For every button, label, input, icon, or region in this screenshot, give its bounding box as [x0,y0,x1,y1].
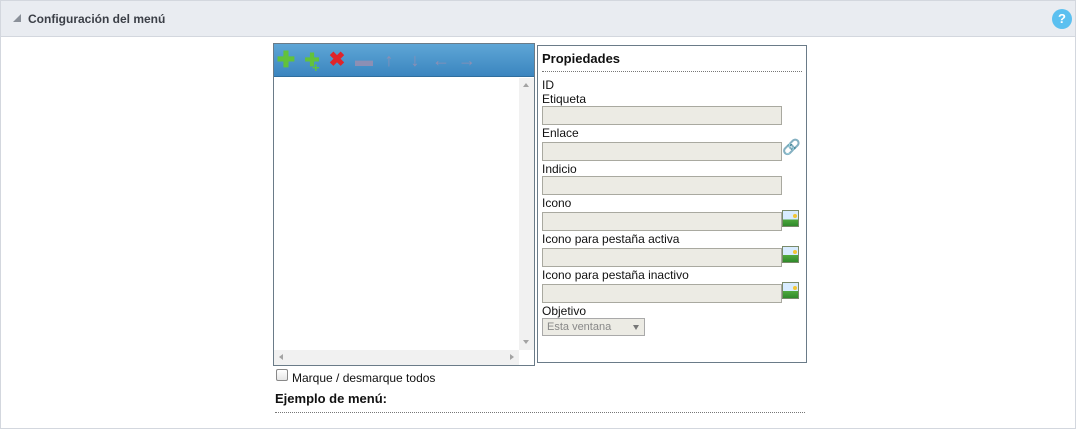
icono-activa-input[interactable] [542,248,782,267]
scroll-down-arrow-icon[interactable] [523,340,529,344]
link-icon[interactable]: 🔗 [782,139,801,156]
scrollbar-corner [519,350,534,365]
add-item-icon[interactable]: ✚ [274,48,298,72]
add-subitem-icon[interactable]: ✚ + [300,48,324,75]
image-picker-icon[interactable] [782,210,799,227]
objetivo-selected-value: Esta ventana [547,321,612,333]
image-sun-dot [793,250,797,254]
menu-example-divider [275,412,805,413]
move-down-icon[interactable]: ↓ [403,48,427,72]
properties-panel: Propiedades ID Etiqueta Enlace 🔗 Indicio… [537,45,807,363]
move-left-icon[interactable]: ← [429,48,453,72]
image-picker-inactive-icon[interactable] [782,282,799,299]
indicio-label: Indicio [542,162,577,176]
add-separator-icon[interactable]: ▬ [352,48,376,72]
horizontal-scrollbar[interactable] [274,350,519,365]
objetivo-select[interactable]: Esta ventana [542,318,645,336]
properties-title: Propiedades [542,51,621,66]
chevron-down-icon [633,325,639,330]
icono-input[interactable] [542,212,782,231]
menu-config-panel: Configuración del menú ? ✚ ✚ + ✖ ▬ ↑ ↓ ← … [0,0,1076,429]
scroll-up-arrow-icon[interactable] [523,83,529,87]
etiqueta-label: Etiqueta [542,92,587,106]
image-sun-dot [793,286,797,290]
enlace-label: Enlace [542,126,579,140]
image-sun-dot [793,214,797,218]
objetivo-label: Objetivo [542,304,587,318]
properties-divider [542,71,802,72]
panel-title: Configuración del menú [28,12,166,26]
icono-inactivo-input[interactable] [542,284,782,303]
scroll-right-arrow-icon[interactable] [510,354,514,360]
panel-header: Configuración del menú ? [1,1,1075,37]
image-picker-active-icon[interactable] [782,246,799,263]
etiqueta-input[interactable] [542,106,782,125]
move-right-icon[interactable]: → [455,48,479,72]
menu-tree-editor: ✚ ✚ + ✖ ▬ ↑ ↓ ← → [273,43,535,366]
check-all-checkbox[interactable] [276,369,288,381]
menu-example-title: Ejemplo de menú: [275,391,387,406]
id-label: ID [542,78,554,92]
move-up-icon[interactable]: ↑ [377,48,401,72]
vertical-scrollbar[interactable] [519,78,534,350]
indicio-input[interactable] [542,176,782,195]
enlace-input[interactable] [542,142,782,161]
help-icon[interactable]: ? [1052,9,1072,29]
tree-toolbar: ✚ ✚ + ✖ ▬ ↑ ↓ ← → [274,44,534,77]
add-subitem-small-plus: + [312,60,320,75]
delete-item-icon[interactable]: ✖ [325,48,349,72]
menu-tree-area[interactable] [274,78,534,365]
collapse-triangle-icon[interactable] [13,14,21,22]
icono-label: Icono [542,196,572,210]
scroll-left-arrow-icon[interactable] [279,354,283,360]
icono-inactivo-label: Icono para pestaña inactivo [542,268,689,282]
icono-activa-label: Icono para pestaña activa [542,232,680,246]
check-all-label[interactable]: Marque / desmarque todos [292,371,435,385]
